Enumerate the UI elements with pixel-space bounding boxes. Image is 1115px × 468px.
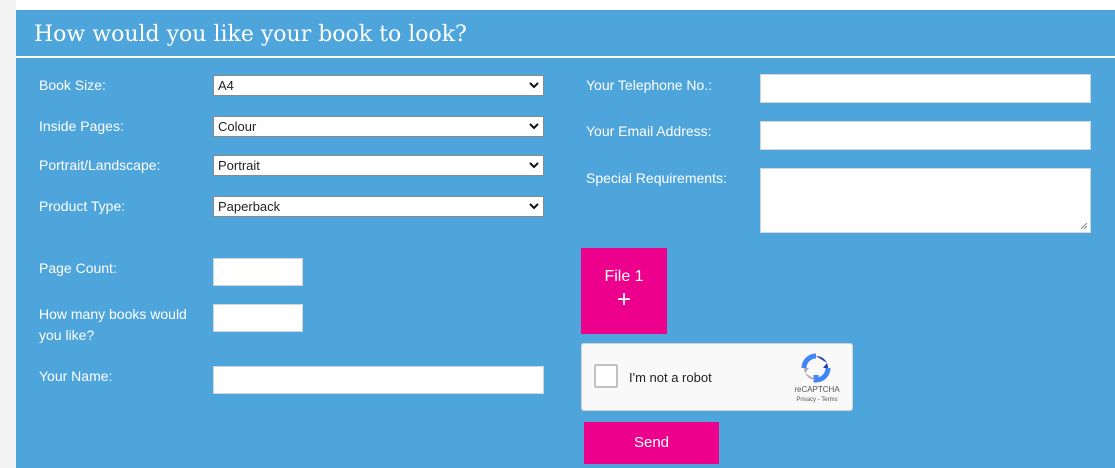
send-button[interactable]: Send — [584, 422, 719, 464]
file-upload-button[interactable]: File 1 + — [581, 248, 667, 334]
page-left-margin — [0, 0, 16, 468]
orientation-label: Portrait/Landscape: — [39, 157, 161, 173]
page-count-label: Page Count: — [39, 260, 117, 276]
quantity-label-line2: you like? — [39, 327, 95, 343]
page-count-input[interactable] — [213, 258, 303, 286]
quantity-input[interactable] — [213, 304, 303, 332]
email-input[interactable] — [760, 121, 1091, 150]
chevron-down-icon — [529, 203, 539, 210]
title-divider — [16, 56, 1115, 58]
telephone-input[interactable] — [760, 74, 1091, 103]
recaptcha-widget: I'm not a robot reCAPTCHA Privacy - Term… — [581, 343, 853, 411]
quantity-label: How many books would you like? — [39, 304, 187, 346]
inside-pages-label: Inside Pages: — [39, 118, 124, 134]
inside-pages-value: Colour — [218, 119, 257, 134]
recaptcha-checkbox[interactable] — [594, 364, 618, 388]
plus-icon: + — [616, 286, 631, 313]
product-type-value: Paperback — [218, 199, 281, 214]
orientation-value: Portrait — [218, 158, 260, 173]
chevron-down-icon — [529, 82, 539, 89]
recaptcha-logo-icon — [801, 353, 831, 383]
email-label: Your Email Address: — [586, 123, 712, 139]
form-title: How would you like your book to look? — [34, 22, 467, 47]
resize-handle-icon[interactable] — [1080, 222, 1088, 230]
quantity-label-line1: How many books would — [39, 306, 187, 322]
telephone-label: Your Telephone No.: — [586, 77, 713, 93]
orientation-select[interactable]: Portrait — [213, 155, 544, 176]
recaptcha-brand: reCAPTCHA — [794, 385, 840, 394]
book-size-select[interactable]: A4 — [213, 75, 544, 96]
name-input[interactable] — [213, 366, 544, 394]
book-size-value: A4 — [218, 78, 234, 93]
book-quote-form: How would you like your book to look? Bo… — [16, 10, 1115, 468]
recaptcha-label: I'm not a robot — [629, 370, 712, 385]
product-type-label: Product Type: — [39, 198, 126, 214]
chevron-down-icon — [529, 123, 539, 130]
inside-pages-select[interactable]: Colour — [213, 116, 544, 137]
special-requirements-textarea[interactable] — [760, 168, 1091, 233]
recaptcha-privacy-terms[interactable]: Privacy - Terms — [782, 397, 852, 403]
file-upload-label: File 1 — [604, 268, 644, 285]
book-size-label: Book Size: — [39, 77, 106, 93]
product-type-select[interactable]: Paperback — [213, 196, 544, 217]
special-requirements-label: Special Requirements: — [586, 170, 727, 186]
chevron-down-icon — [529, 162, 539, 169]
name-label: Your Name: — [39, 368, 113, 384]
